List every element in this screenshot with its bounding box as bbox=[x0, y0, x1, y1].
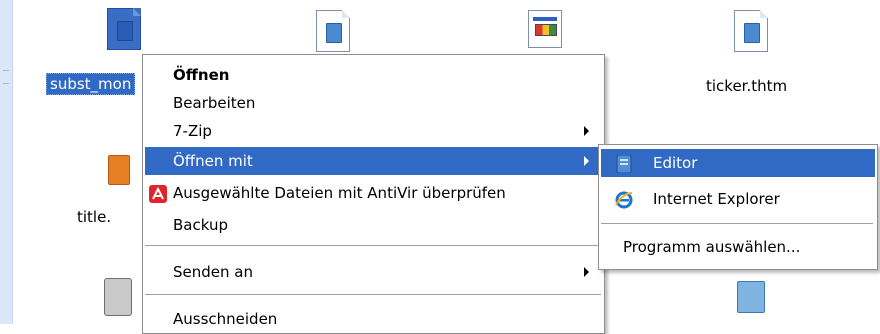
document-icon[interactable] bbox=[734, 10, 768, 52]
submenu-item-label: Programm auswählen... bbox=[623, 238, 801, 256]
antivir-icon bbox=[149, 184, 167, 203]
menu-item-label: 7-Zip bbox=[173, 122, 212, 140]
submenu-item-label: Internet Explorer bbox=[653, 190, 780, 208]
menu-item-edit[interactable]: Bearbeiten bbox=[145, 89, 601, 117]
document-icon[interactable] bbox=[107, 8, 141, 50]
setup-gear-icon[interactable] bbox=[737, 281, 765, 313]
menu-item-label: Ausschneiden bbox=[173, 310, 278, 328]
menu-separator bbox=[145, 245, 601, 246]
icon-label[interactable]: title. bbox=[77, 208, 111, 226]
context-menu: Öffnen Bearbeiten 7-Zip Öffnen mit Ausge… bbox=[142, 54, 605, 334]
submenu-item-choose-program[interactable]: Programm auswählen... bbox=[601, 233, 875, 261]
submenu-item-internet-explorer[interactable]: Internet Explorer bbox=[601, 185, 875, 213]
menu-item-7zip[interactable]: 7-Zip bbox=[145, 117, 601, 145]
menu-item-send-to[interactable]: Senden an bbox=[145, 258, 601, 286]
menu-item-backup[interactable]: Backup bbox=[145, 211, 601, 239]
menu-item-label: Backup bbox=[173, 216, 228, 234]
icon-label[interactable]: ticker.thtm bbox=[706, 77, 787, 95]
internet-explorer-icon bbox=[615, 190, 633, 209]
menu-item-cut[interactable]: Ausschneiden bbox=[145, 305, 601, 333]
submenu-arrow-icon bbox=[584, 267, 589, 277]
icon-label-selected[interactable]: subst_mon bbox=[46, 73, 136, 95]
menu-item-open-with[interactable]: Öffnen mit bbox=[145, 147, 601, 175]
application-window-icon[interactable] bbox=[528, 10, 562, 48]
submenu-arrow-icon bbox=[584, 156, 589, 166]
resize-grip[interactable] bbox=[3, 70, 9, 84]
submenu-arrow-icon bbox=[584, 126, 589, 136]
menu-item-label: Öffnen bbox=[173, 66, 230, 84]
submenu-item-editor[interactable]: Editor bbox=[601, 149, 875, 177]
menu-separator bbox=[145, 294, 601, 295]
document-icon[interactable] bbox=[316, 10, 350, 52]
menu-item-open[interactable]: Öffnen bbox=[145, 61, 601, 89]
left-panel-edge bbox=[0, 0, 13, 324]
submenu-item-label: Editor bbox=[653, 154, 698, 172]
menu-item-label: Senden an bbox=[173, 263, 253, 281]
menu-item-antivir-scan[interactable]: Ausgewählte Dateien mit AntiVir überprüf… bbox=[145, 179, 601, 207]
menu-item-label: Ausgewählte Dateien mit AntiVir überprüf… bbox=[173, 184, 506, 202]
menu-item-label: Öffnen mit bbox=[173, 152, 253, 170]
notepad-icon bbox=[615, 154, 633, 174]
menu-item-label: Bearbeiten bbox=[173, 94, 256, 112]
open-with-submenu: Editor Internet Explorer Programm auswäh… bbox=[598, 144, 878, 270]
menu-separator bbox=[601, 223, 873, 224]
recycle-bin-icon[interactable] bbox=[104, 278, 132, 316]
image-file-icon[interactable] bbox=[108, 155, 130, 185]
